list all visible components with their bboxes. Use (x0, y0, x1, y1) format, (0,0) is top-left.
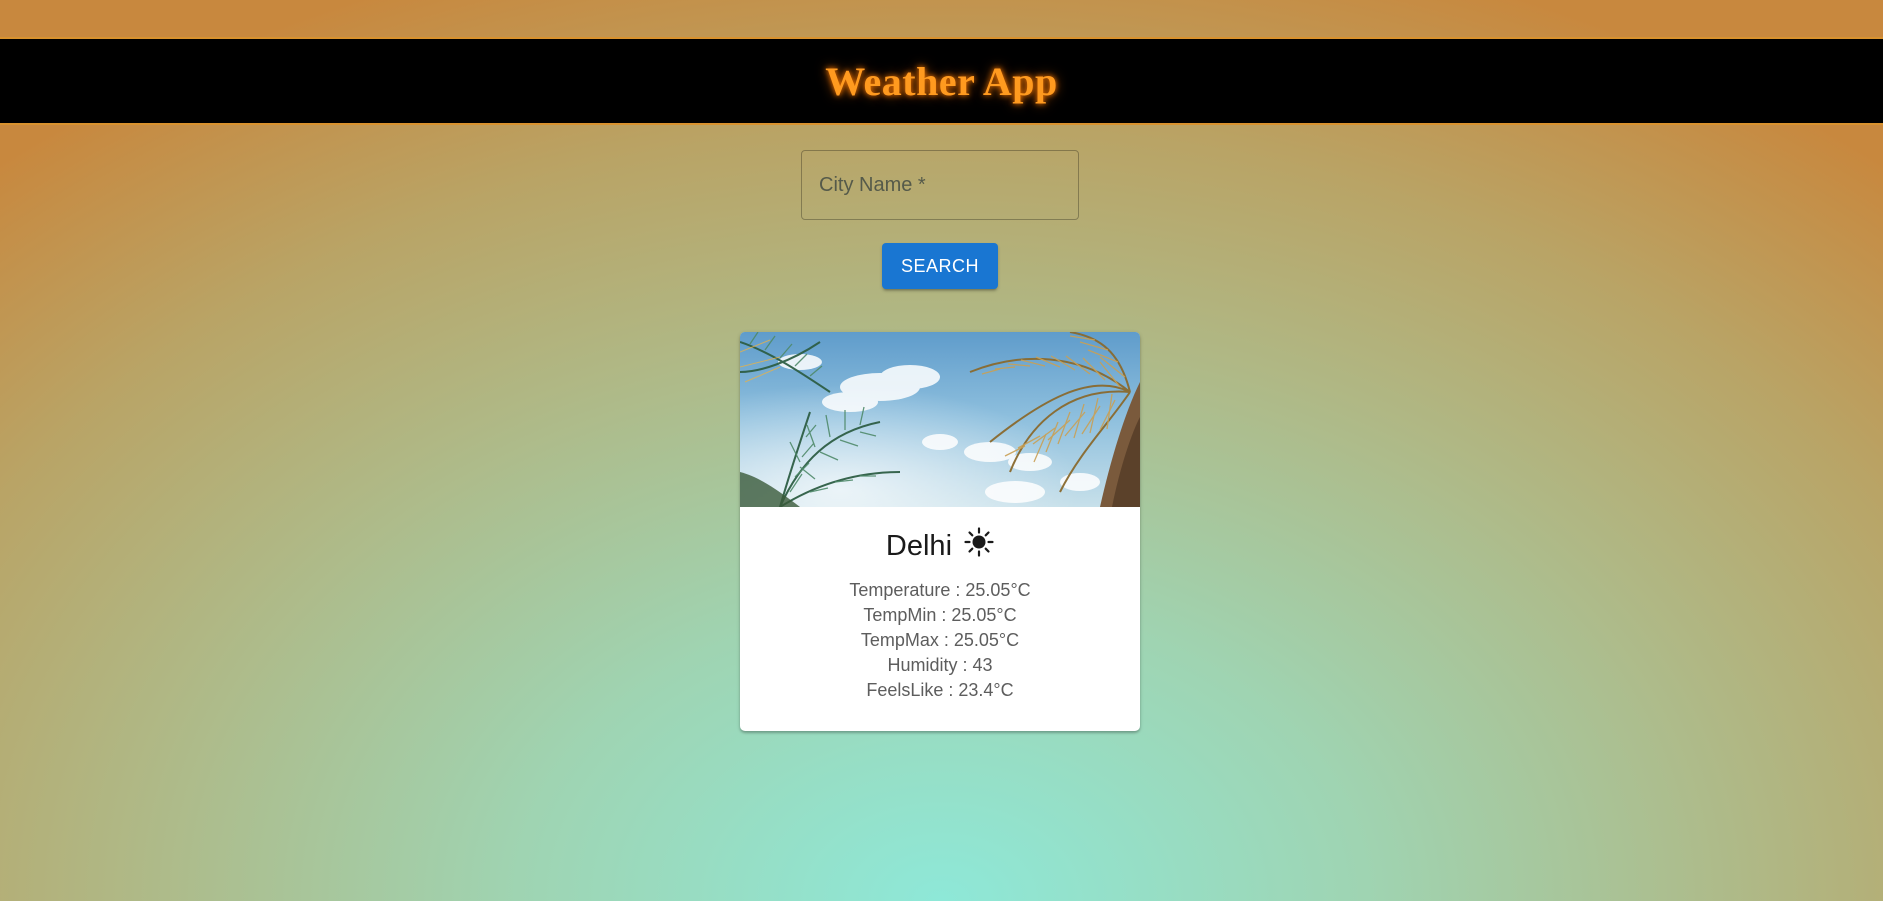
city-heading: Delhi (740, 527, 1140, 564)
sun-icon (964, 527, 994, 557)
search-button[interactable]: SEARCH (882, 243, 998, 289)
humidity-text: Humidity : 43 (887, 655, 993, 675)
feels-like-text: FeelsLike : 23.4°C (866, 680, 1014, 700)
weather-card-content: Delhi Temperature : 25.05°C TempMin: 25… (740, 507, 1140, 703)
temp-max-text: TempMax : 25.05°C (860, 630, 1020, 650)
temperature-text: Temperature : 25.05°C (849, 580, 1031, 600)
city-name-input[interactable] (802, 151, 1078, 219)
temp-min-text: TempMin : 25.05°C (863, 605, 1017, 625)
weather-card-image (740, 332, 1140, 507)
weather-card: Delhi Temperature : 25.05°C TempMin: 25… (740, 332, 1140, 731)
app-header: Weather App (0, 37, 1883, 125)
city-name: Delhi (885, 530, 953, 562)
city-name-field[interactable] (801, 150, 1079, 220)
palm-trees-image (740, 332, 1140, 507)
app-title: Weather App (825, 58, 1058, 104)
